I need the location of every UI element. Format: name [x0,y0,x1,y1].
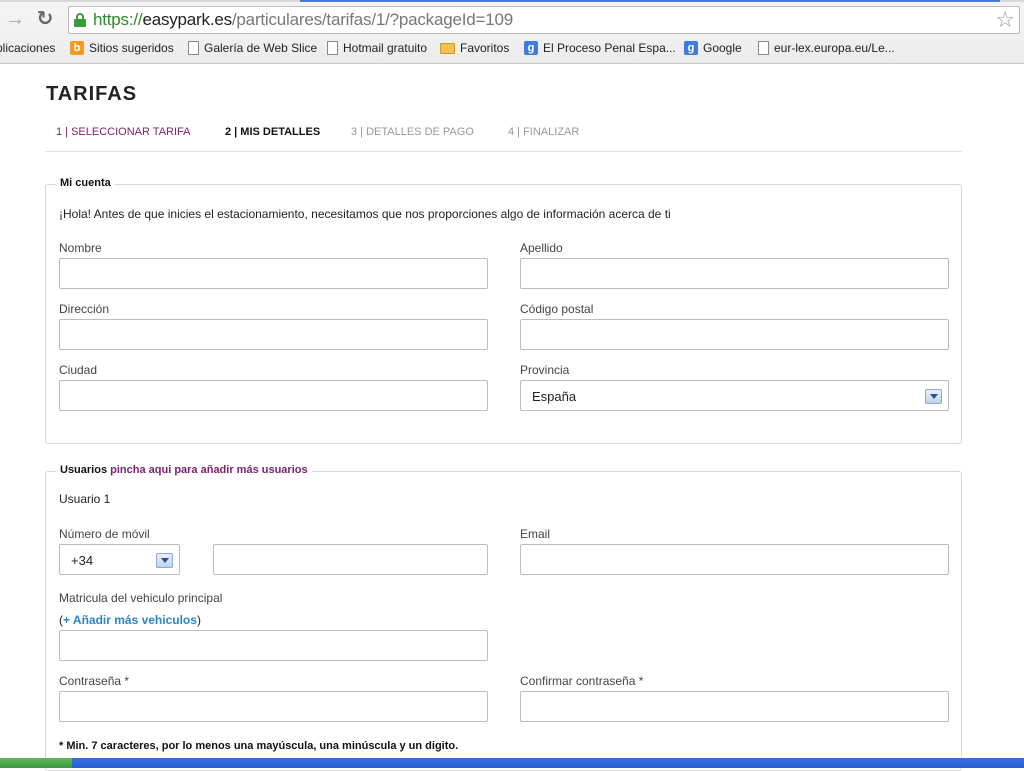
page-icon [327,41,338,55]
add-user-link[interactable]: pincha aqui para añadir más usuarios [110,464,307,476]
divider [45,151,962,152]
add-vehicle-close: ) [196,613,201,627]
direccion-label: Dirección [59,302,110,316]
folder-icon [440,42,455,54]
email-label: Email [520,527,551,541]
provincia-value: España [532,389,577,404]
bookmark-sitios-sugeridos[interactable]: b Sitios sugeridos [70,41,174,55]
google-icon: g [684,41,698,55]
codigo-postal-label: Código postal [520,302,594,316]
password-label: Contraseña * [59,674,130,688]
apellido-label: Apellido [520,241,563,255]
matricula-label: Matricula del vehiculo principal [59,591,223,605]
phone-prefix-select[interactable]: +34 [59,544,180,575]
url-host: easypark.es [142,10,232,29]
users-legend: Usuarios pincha aqui para añadir más usu… [56,464,312,476]
bookmark-eur-lex[interactable]: eur-lex.europa.eu/Le... [758,41,895,55]
bookmark-proceso-penal[interactable]: g El Proceso Penal Espa... [524,41,676,55]
matricula-input[interactable] [59,630,488,661]
google-icon: g [524,41,538,55]
account-intro: ¡Hola! Antes de que inicies el estaciona… [59,207,671,221]
page-title: TARIFAS [46,83,138,105]
direccion-input[interactable] [59,319,488,350]
confirm-password-input[interactable] [520,691,949,722]
provincia-select[interactable]: España [520,380,949,411]
start-button[interactable] [0,758,72,768]
bookmark-favoritos[interactable]: Favoritos [440,41,509,55]
phone-prefix-value: +34 [71,553,94,568]
confirm-password-label: Confirmar contraseña * [520,674,644,688]
password-input[interactable] [59,691,488,722]
bookmark-label: eur-lex.europa.eu/Le... [774,41,895,55]
url-protocol: https:// [93,10,143,29]
step-mis-detalles: 2 | MIS DETALLES [225,126,321,138]
add-vehicle-row: (+ Añadir más vehiculos) [59,613,201,627]
browser-toolbar: → ↻ https://easypark.es/particulares/tar… [0,0,1024,64]
apellido-input[interactable] [520,258,949,289]
email-input[interactable] [520,544,949,575]
bookmarks-bar: plicaciones b Sitios sugeridos Galería de… [0,38,1024,60]
account-legend: Mi cuenta [56,177,115,189]
user-1-title: Usuario 1 [59,492,111,506]
bookmark-label: Hotmail gratuito [343,41,428,55]
nombre-label: Nombre [59,241,102,255]
os-taskbar [0,758,1024,768]
chevron-down-icon[interactable] [156,553,173,568]
bookmark-galeria[interactable]: Galería de Web Slice [188,41,317,55]
movil-input[interactable] [213,544,488,575]
bookmark-label: Sitios sugeridos [89,41,174,55]
step-seleccionar-tarifa[interactable]: 1 | SELECCIONAR TARIFA [56,126,191,138]
page-icon [188,41,199,55]
bing-icon: b [70,41,84,55]
page-content: TARIFAS 1 | SELECCIONAR TARIFA 2 | MIS D… [0,65,1024,771]
bookmark-label: plicaciones [0,41,56,55]
bookmark-apps[interactable]: plicaciones [0,41,55,55]
lock-icon [74,13,86,27]
forward-arrow-icon[interactable]: → [4,8,26,30]
password-note: * Min. 7 caracteres, por lo menos una ma… [59,740,459,752]
ciudad-input[interactable] [59,380,488,411]
provincia-label: Provincia [520,363,570,377]
bookmark-google[interactable]: g Google [684,41,742,55]
users-legend-label: Usuarios [60,464,108,476]
chevron-down-icon[interactable] [925,389,942,404]
url-text: https://easypark.es/particulares/tarifas… [93,10,513,30]
users-fieldset: Usuarios pincha aqui para añadir más usu… [45,464,962,771]
url-path: /particulares/tarifas/1/?packageId=109 [231,10,514,29]
bookmark-hotmail[interactable]: Hotmail gratuito [327,41,427,55]
bookmark-star-icon[interactable]: ☆ [995,8,1015,32]
movil-label: Número de móvil [59,527,150,541]
nombre-input[interactable] [59,258,488,289]
bookmark-label: El Proceso Penal Espa... [543,41,676,55]
address-bar[interactable]: https://easypark.es/particulares/tarifas… [68,6,1020,34]
reload-icon[interactable]: ↻ [34,8,56,30]
bookmark-label: Google [703,41,742,55]
bookmark-label: Favoritos [460,41,510,55]
bookmark-label: Galería de Web Slice [204,41,318,55]
window-edge [0,0,1024,2]
ciudad-label: Ciudad [59,363,98,377]
step-finalizar: 4 | FINALIZAR [508,126,580,138]
account-fieldset: Mi cuenta ¡Hola! Antes de que inicies el… [45,177,962,444]
codigo-postal-input[interactable] [520,319,949,350]
step-detalles-pago: 3 | DETALLES DE PAGO [351,126,474,138]
add-vehicle-link[interactable]: + Añadir más vehiculos [63,613,197,627]
page-icon [758,41,769,55]
